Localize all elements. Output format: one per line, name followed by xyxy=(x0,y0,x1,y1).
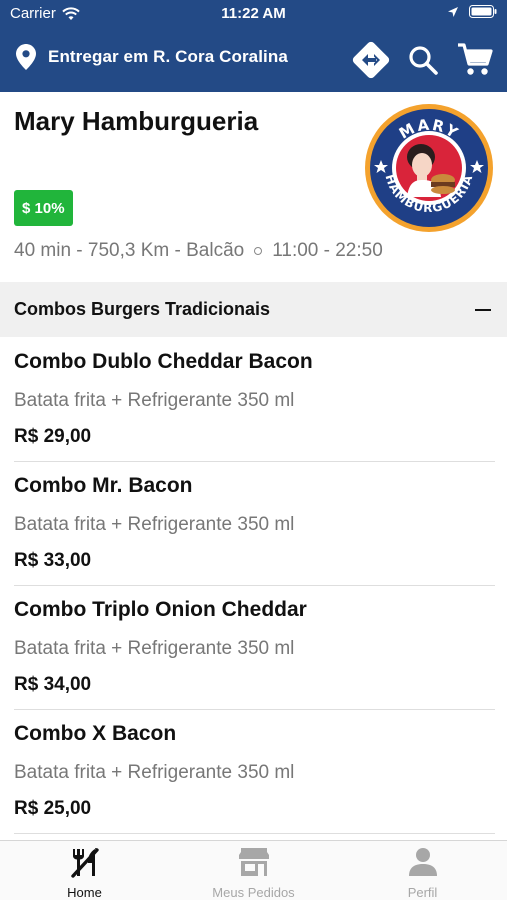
collapse-minus-icon[interactable] xyxy=(475,308,491,311)
product-name: Combo Mr. Bacon xyxy=(14,474,193,497)
product-description: Batata frita + Refrigerante 350 ml xyxy=(14,390,295,411)
store-hours: 11:00 - 22:50 xyxy=(272,240,383,261)
product-item[interactable]: Combo Dublo Cheddar Bacon Batata frita +… xyxy=(14,338,495,462)
tab-orders-label: Meus Pedidos xyxy=(212,885,295,900)
status-bar: Carrier 11:22 AM xyxy=(0,0,507,28)
product-name: Combo X Bacon xyxy=(14,722,177,745)
search-button[interactable] xyxy=(401,38,445,82)
search-icon xyxy=(409,46,438,75)
tab-home-label: Home xyxy=(67,885,102,900)
tab-orders[interactable]: Meus Pedidos xyxy=(169,841,338,900)
delivery-location-button[interactable]: Entregar em R. Cora Coralina xyxy=(16,44,288,70)
map-pin-icon xyxy=(16,44,36,70)
category-title: Combos Burgers Tradicionais xyxy=(14,299,271,319)
product-description: Batata frita + Refrigerante 350 ml xyxy=(14,638,295,659)
store-logo: MARY HAMBURGUERIA xyxy=(365,104,493,232)
product-price: R$ 25,00 xyxy=(14,798,92,819)
cart-icon xyxy=(458,43,493,75)
category-header[interactable]: Combos Burgers Tradicionais xyxy=(0,282,507,337)
cart-button[interactable] xyxy=(453,38,497,82)
product-description: Batata frita + Refrigerante 350 ml xyxy=(14,514,295,535)
header-actions xyxy=(349,38,497,82)
directions-button[interactable] xyxy=(349,38,393,82)
store-delivery-info: 40 min - 750,3 Km - Balcão xyxy=(14,240,245,261)
product-price: R$ 34,00 xyxy=(14,674,92,695)
tab-bar: Home Meus Pedidos Perfil xyxy=(0,840,507,900)
product-price: R$ 29,00 xyxy=(14,426,92,447)
tab-profile-label: Perfil xyxy=(407,885,438,900)
store-header: Mary Hamburgueria MARY HAMBURGUERIA $ 10… xyxy=(0,92,507,282)
product-item[interactable]: Combo Mr. Bacon Batata frita + Refrigera… xyxy=(14,462,495,586)
location-arrow-icon xyxy=(448,6,458,17)
product-price: R$ 33,00 xyxy=(14,550,92,571)
tab-profile[interactable]: Perfil xyxy=(338,841,507,900)
store-name: Mary Hamburgueria xyxy=(14,106,259,136)
product-description: Batata frita + Refrigerante 350 ml xyxy=(14,762,295,783)
status-indicators xyxy=(447,5,497,18)
user-icon xyxy=(406,845,440,879)
delivery-location-label: Entregar em R. Cora Coralina xyxy=(48,47,288,66)
nav-bar: Entregar em R. Cora Coralina xyxy=(0,28,507,92)
product-name: Combo Triplo Onion Cheddar xyxy=(14,598,307,621)
separator-dot-icon xyxy=(254,247,263,255)
battery-icon xyxy=(469,5,497,18)
product-name: Combo Dublo Cheddar Bacon xyxy=(14,350,313,373)
store-info: 40 min - 750,3 Km - Balcão 11:00 - 22:50 xyxy=(14,240,383,262)
utensils-icon xyxy=(68,845,102,879)
product-list: Combo Dublo Cheddar Bacon Batata frita +… xyxy=(0,338,507,834)
product-item[interactable]: Combo X Bacon Batata frita + Refrigerant… xyxy=(14,710,495,834)
product-item[interactable]: Combo Triplo Onion Cheddar Batata frita … xyxy=(14,586,495,710)
discount-badge: $ 10% xyxy=(14,190,73,226)
store-icon xyxy=(237,845,271,879)
tab-home[interactable]: Home xyxy=(0,841,169,900)
directions-icon xyxy=(352,41,390,79)
clock: 11:22 AM xyxy=(221,5,286,22)
